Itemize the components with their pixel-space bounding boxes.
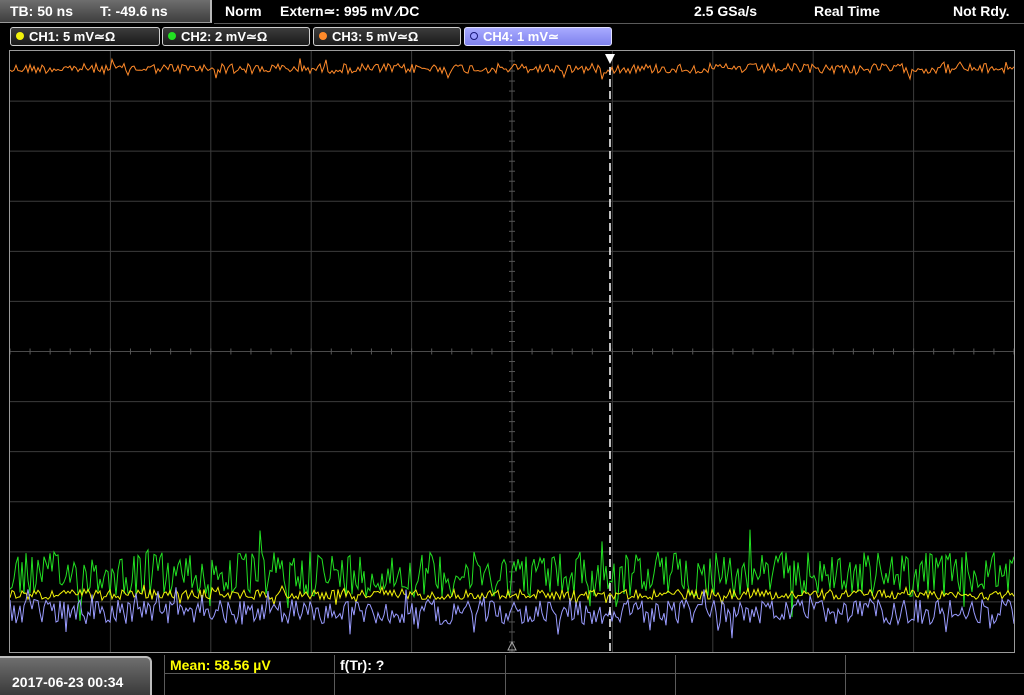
meas-separator — [505, 655, 506, 695]
measurement-divider — [164, 673, 1024, 674]
date-panel: 2017-06-23 00:34 — [0, 656, 152, 695]
ch1-label: CH1: 5 mV≃Ω — [29, 29, 116, 44]
timebase-label: TB: 50 ns — [10, 3, 74, 19]
measurement-panel — [164, 655, 1024, 695]
trigger-source[interactable]: Extern≃: 995 mV ∕DC — [280, 3, 419, 20]
ch4-color-icon — [470, 32, 478, 40]
date-time: 2017-06-23 00:34 — [12, 674, 124, 690]
ch2-color-icon — [168, 32, 176, 40]
ch2-label: CH2: 2 mV≃Ω — [181, 29, 268, 44]
acquisition-status: Norm Extern≃: 995 mV ∕DC 2.5 GSa/s Real … — [214, 0, 1024, 24]
timebase-panel[interactable]: TB: 50 ns T: -49.6 ns — [0, 0, 212, 23]
tab-ch1[interactable]: CH1: 5 mV≃Ω — [10, 27, 160, 46]
mean-measurement[interactable]: Mean: 58.56 µV — [170, 657, 271, 673]
ch1-color-icon — [16, 32, 24, 40]
ch3-color-icon — [319, 32, 327, 40]
ch3-label: CH3: 5 mV≃Ω — [332, 29, 419, 44]
waveform-display[interactable] — [10, 51, 1014, 652]
trigger-time-label: T: -49.6 ns — [100, 3, 168, 19]
sample-rate: 2.5 GSa/s — [694, 3, 758, 19]
ch4-label: CH4: 1 mV≃ — [483, 29, 559, 44]
fft-measurement[interactable]: f(Tr): ? — [340, 657, 384, 673]
meas-separator — [675, 655, 676, 695]
tab-ch4[interactable]: CH4: 1 mV≃ — [464, 27, 612, 46]
tab-ch2[interactable]: CH2: 2 mV≃Ω — [162, 27, 310, 46]
tab-ch3[interactable]: CH3: 5 mV≃Ω — [313, 27, 461, 46]
meas-separator — [334, 655, 335, 695]
channel-bar: CH1: 5 mV≃Ω CH2: 2 mV≃Ω CH3: 5 mV≃Ω CH4:… — [0, 25, 1024, 49]
meas-separator — [845, 655, 846, 695]
status-bar: TB: 50 ns T: -49.6 ns Norm Extern≃: 995 … — [0, 0, 1024, 24]
acq-mode[interactable]: Norm — [225, 3, 262, 19]
trigger-marker-icon — [605, 54, 615, 64]
time-mode: Real Time — [814, 3, 880, 19]
run-status: Not Rdy. — [953, 3, 1010, 19]
